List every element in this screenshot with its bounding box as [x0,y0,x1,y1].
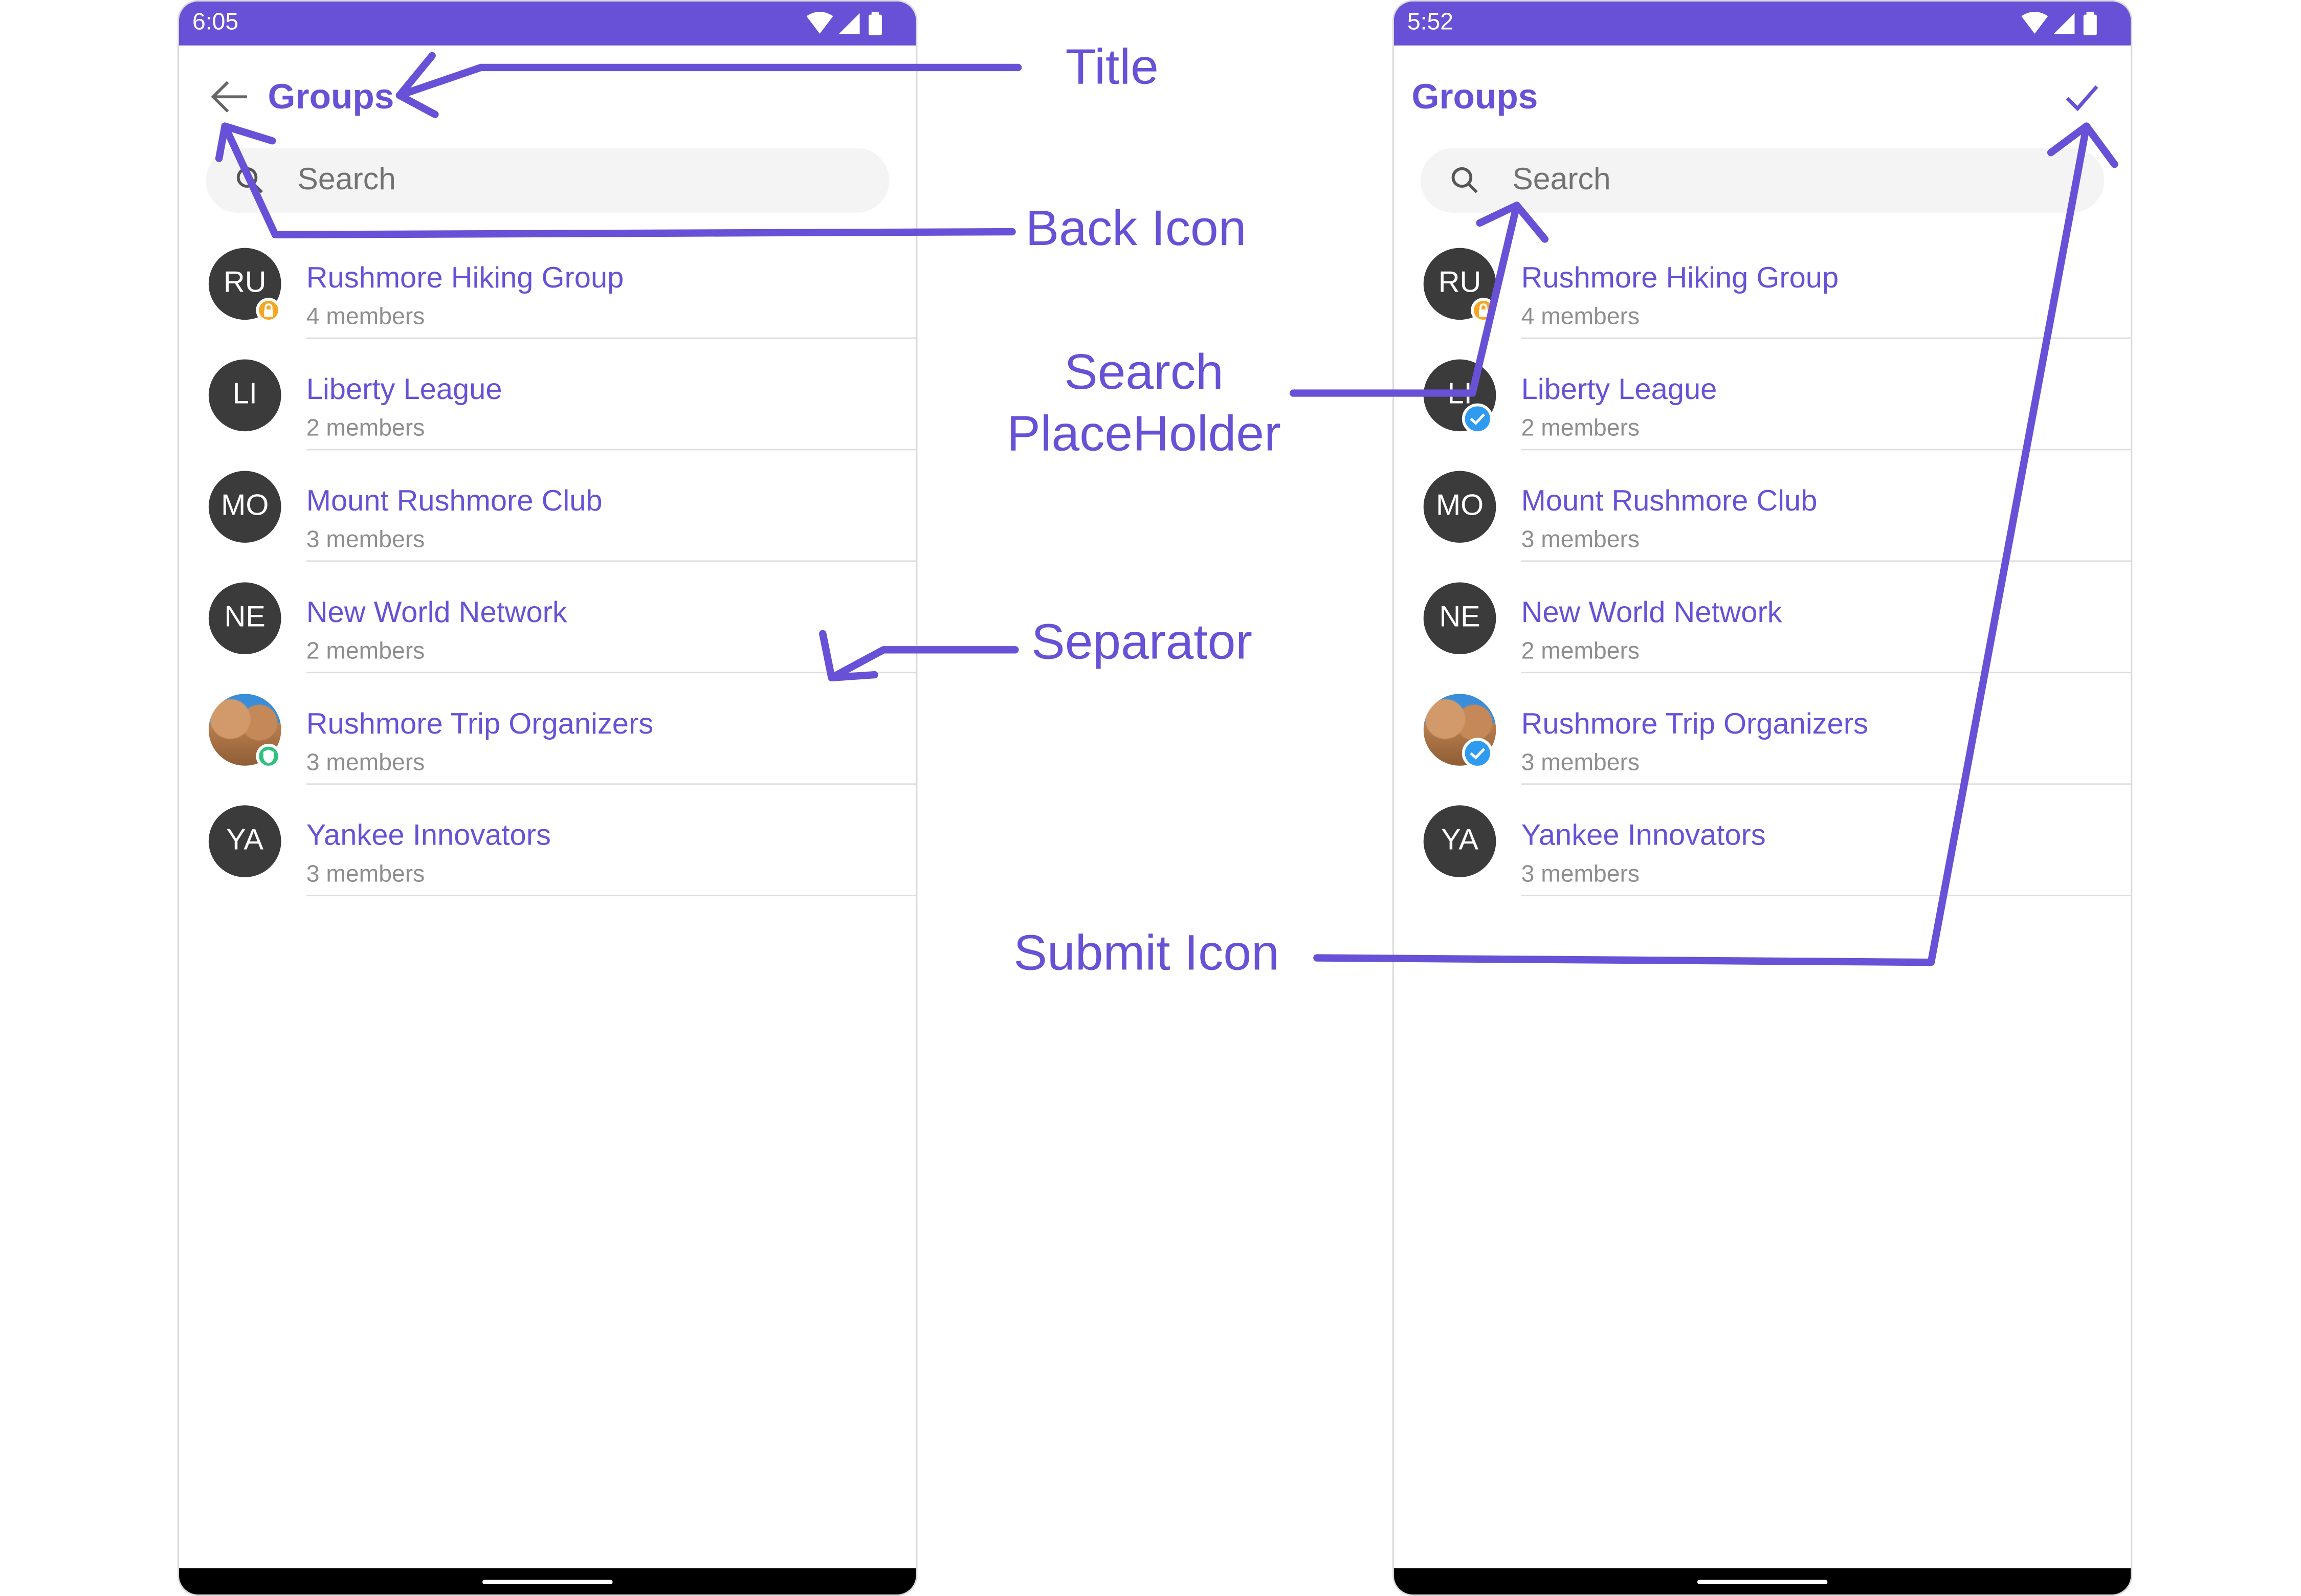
back-icon-arrow [221,122,1016,238]
annotation-separator: Separator [1031,614,1253,671]
annotation-back-icon: Back Icon [1025,201,1247,257]
title-arrow [395,63,1022,99]
annotation-submit-icon: Submit Icon [1013,925,1279,982]
annotation-search-line2: PlaceHolder [1007,406,1281,462]
search-placeholder-arrow [1289,202,1521,397]
submit-icon-arrow [1313,122,2090,966]
annotation-title: Title [1065,39,1159,96]
annotation-search-placeholder: Search PlaceHolder [996,342,1292,465]
annotation-search-line1: Search [1064,344,1224,401]
